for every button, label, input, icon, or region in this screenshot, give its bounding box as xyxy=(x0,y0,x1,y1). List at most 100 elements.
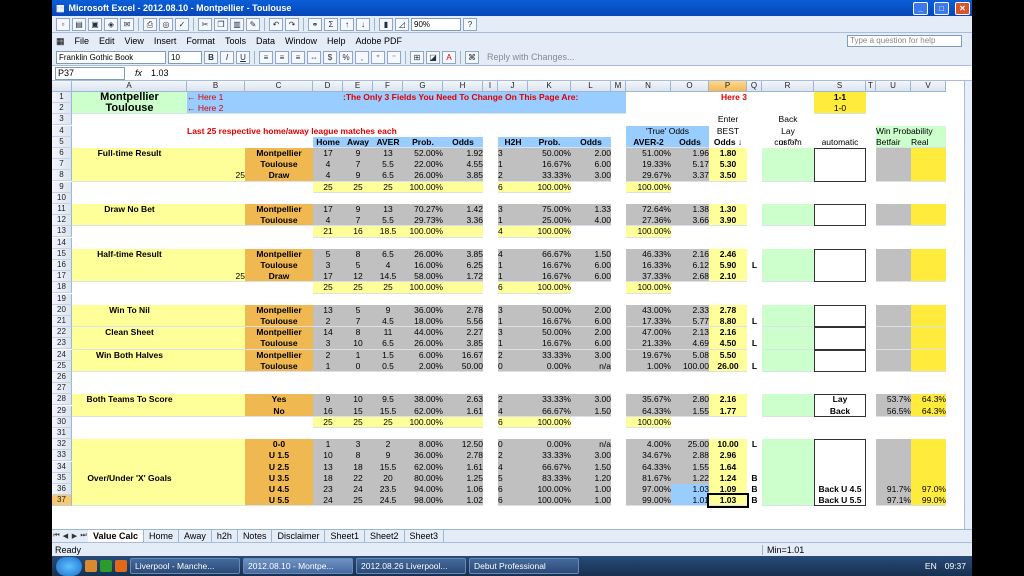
home-away-odds[interactable] xyxy=(443,282,483,293)
stat-f[interactable]: 18.5 xyxy=(373,226,403,237)
h2h-odds[interactable]: 6.00 xyxy=(571,271,611,282)
stat-d[interactable]: 25 xyxy=(313,417,343,428)
back-lay-flag[interactable] xyxy=(747,417,762,428)
back-lay-flag[interactable]: L xyxy=(747,361,762,372)
align-left-icon[interactable]: ≡ xyxy=(259,50,273,64)
h2h-prob[interactable]: 16.67% xyxy=(528,316,571,327)
back-lay-flag[interactable] xyxy=(747,450,762,461)
fx-icon[interactable]: fx xyxy=(135,68,151,78)
automatic-suggestion[interactable]: Lay xyxy=(814,394,866,405)
row-header[interactable]: 24 xyxy=(52,349,72,361)
stat-d[interactable]: 4 xyxy=(313,215,343,226)
home-away-prob[interactable]: 16.00% xyxy=(403,260,443,271)
home-away-odds[interactable]: 3.85 xyxy=(443,338,483,349)
column-header[interactable]: R xyxy=(762,81,814,92)
home-away-odds[interactable]: 1.72 xyxy=(443,271,483,282)
enter-label[interactable]: Enter xyxy=(709,114,747,125)
here1-label[interactable]: ← Here 1 xyxy=(187,92,245,103)
h2h-odds[interactable]: 6.00 xyxy=(571,316,611,327)
score1-input[interactable]: 1-1 xyxy=(814,92,866,103)
fill-color-icon[interactable]: ◪ xyxy=(426,50,440,64)
column-label-home[interactable]: Home xyxy=(313,137,343,148)
row-header[interactable]: 19 xyxy=(52,293,72,305)
automatic-suggestion[interactable]: Back xyxy=(814,406,866,417)
true-odds[interactable] xyxy=(671,182,709,193)
true-odds[interactable]: 100.00 xyxy=(671,361,709,372)
best-odds-input[interactable]: 4.50 xyxy=(709,338,747,349)
h2h-count[interactable]: 3 xyxy=(498,204,528,215)
tab-disclaimer[interactable]: Disclaimer xyxy=(272,530,326,542)
quicklaunch-firefox-icon[interactable] xyxy=(115,560,127,572)
menu-adobe-pdf[interactable]: Adobe PDF xyxy=(356,36,403,46)
selection-label[interactable]: Montpellier xyxy=(245,249,313,260)
task-debut[interactable]: Debut Professional xyxy=(469,558,579,574)
stat-f[interactable]: 5.5 xyxy=(373,159,403,170)
back-lay-flag[interactable] xyxy=(747,271,762,282)
stat-e[interactable]: 5 xyxy=(343,260,373,271)
best-odds-input[interactable]: 5.30 xyxy=(709,159,747,170)
selection-label[interactable]: U 1.5 xyxy=(245,450,313,461)
stat-e[interactable]: 7 xyxy=(343,159,373,170)
first-sheet-icon[interactable]: ⏮ xyxy=(52,532,61,540)
stat-e[interactable]: 18 xyxy=(343,462,373,473)
automatic-suggestion[interactable]: Back U 5.5 xyxy=(814,495,866,506)
stat-d[interactable]: 4 xyxy=(313,159,343,170)
home-away-odds[interactable]: 12.50 xyxy=(443,439,483,450)
stat-d[interactable]: 13 xyxy=(313,462,343,473)
menu-view[interactable]: View xyxy=(125,36,144,46)
row-header[interactable]: 4 xyxy=(52,125,72,137)
row-header[interactable]: 22 xyxy=(52,327,72,339)
sort-desc-icon[interactable]: ↓ xyxy=(356,17,370,31)
column-header[interactable]: O xyxy=(671,81,709,92)
task-montpellier[interactable]: 2012.08.10 - Montpe... xyxy=(243,558,353,574)
stat-f[interactable]: 20 xyxy=(373,473,403,484)
undo-icon[interactable]: ↶ xyxy=(269,17,283,31)
h2h-count[interactable]: 6 xyxy=(498,282,528,293)
home-away-prob[interactable]: 98.00% xyxy=(403,495,443,506)
h2h-prob[interactable]: 50.00% xyxy=(528,305,571,316)
h2h-count[interactable]: 6 xyxy=(498,417,528,428)
aver2-prob[interactable]: 17.33% xyxy=(626,316,671,327)
betfair-prob[interactable]: 53.7% xyxy=(876,394,911,405)
true-odds[interactable]: 1.55 xyxy=(671,462,709,473)
tab-value-calc[interactable]: Value Calc xyxy=(88,530,145,542)
best-odds-input[interactable]: 5.50 xyxy=(709,350,747,361)
row-header[interactable]: 20 xyxy=(52,304,72,316)
stat-f[interactable]: 9.5 xyxy=(373,394,403,405)
aver2-prob[interactable]: 35.67% xyxy=(626,394,671,405)
selection-label[interactable]: U 2.5 xyxy=(245,462,313,473)
back-lay-flag[interactable]: L xyxy=(747,316,762,327)
true-odds[interactable]: 1.22 xyxy=(671,473,709,484)
h2h-prob[interactable]: 100.00% xyxy=(528,282,571,293)
h2h-prob[interactable]: 16.67% xyxy=(528,271,571,282)
row-header[interactable]: 5 xyxy=(52,136,72,148)
stat-e[interactable]: 12 xyxy=(343,271,373,282)
tab-sheet1[interactable]: Sheet1 xyxy=(325,530,365,542)
market-label[interactable]: Draw No Bet xyxy=(72,204,187,215)
h2h-prob[interactable]: 16.67% xyxy=(528,260,571,271)
formula-input[interactable]: 1.03 xyxy=(151,68,169,78)
market-label[interactable]: Clean Sheet xyxy=(72,327,187,338)
column-header[interactable]: M xyxy=(611,81,626,92)
row-header[interactable]: 25 xyxy=(52,360,72,372)
name-box[interactable]: P37 xyxy=(55,66,125,80)
aver2-prob[interactable]: 99.00% xyxy=(626,495,671,506)
h2h-count[interactable]: 1 xyxy=(498,260,528,271)
home-away-odds[interactable]: 3.85 xyxy=(443,170,483,181)
stat-e[interactable]: 8 xyxy=(343,327,373,338)
automatic-suggestion[interactable]: Back U 4.5 xyxy=(814,484,866,495)
row-header[interactable]: 30 xyxy=(52,416,72,428)
sort-asc-icon[interactable]: ↑ xyxy=(340,17,354,31)
aver2-prob[interactable]: 16.33% xyxy=(626,260,671,271)
autosum-icon[interactable]: Σ xyxy=(324,17,338,31)
h2h-count[interactable]: 5 xyxy=(498,473,528,484)
stat-e[interactable]: 16 xyxy=(343,226,373,237)
column-header[interactable]: N xyxy=(626,81,671,92)
best-odds-input[interactable]: 3.90 xyxy=(709,215,747,226)
home-away-prob[interactable]: 100.00% xyxy=(403,282,443,293)
best-odds-input[interactable]: 5.90 xyxy=(709,260,747,271)
back-lay-flag[interactable] xyxy=(747,305,762,316)
aver2-prob[interactable]: 100.00% xyxy=(626,417,671,428)
real-prob[interactable]: 64.3% xyxy=(911,394,946,405)
true-odds[interactable] xyxy=(671,226,709,237)
